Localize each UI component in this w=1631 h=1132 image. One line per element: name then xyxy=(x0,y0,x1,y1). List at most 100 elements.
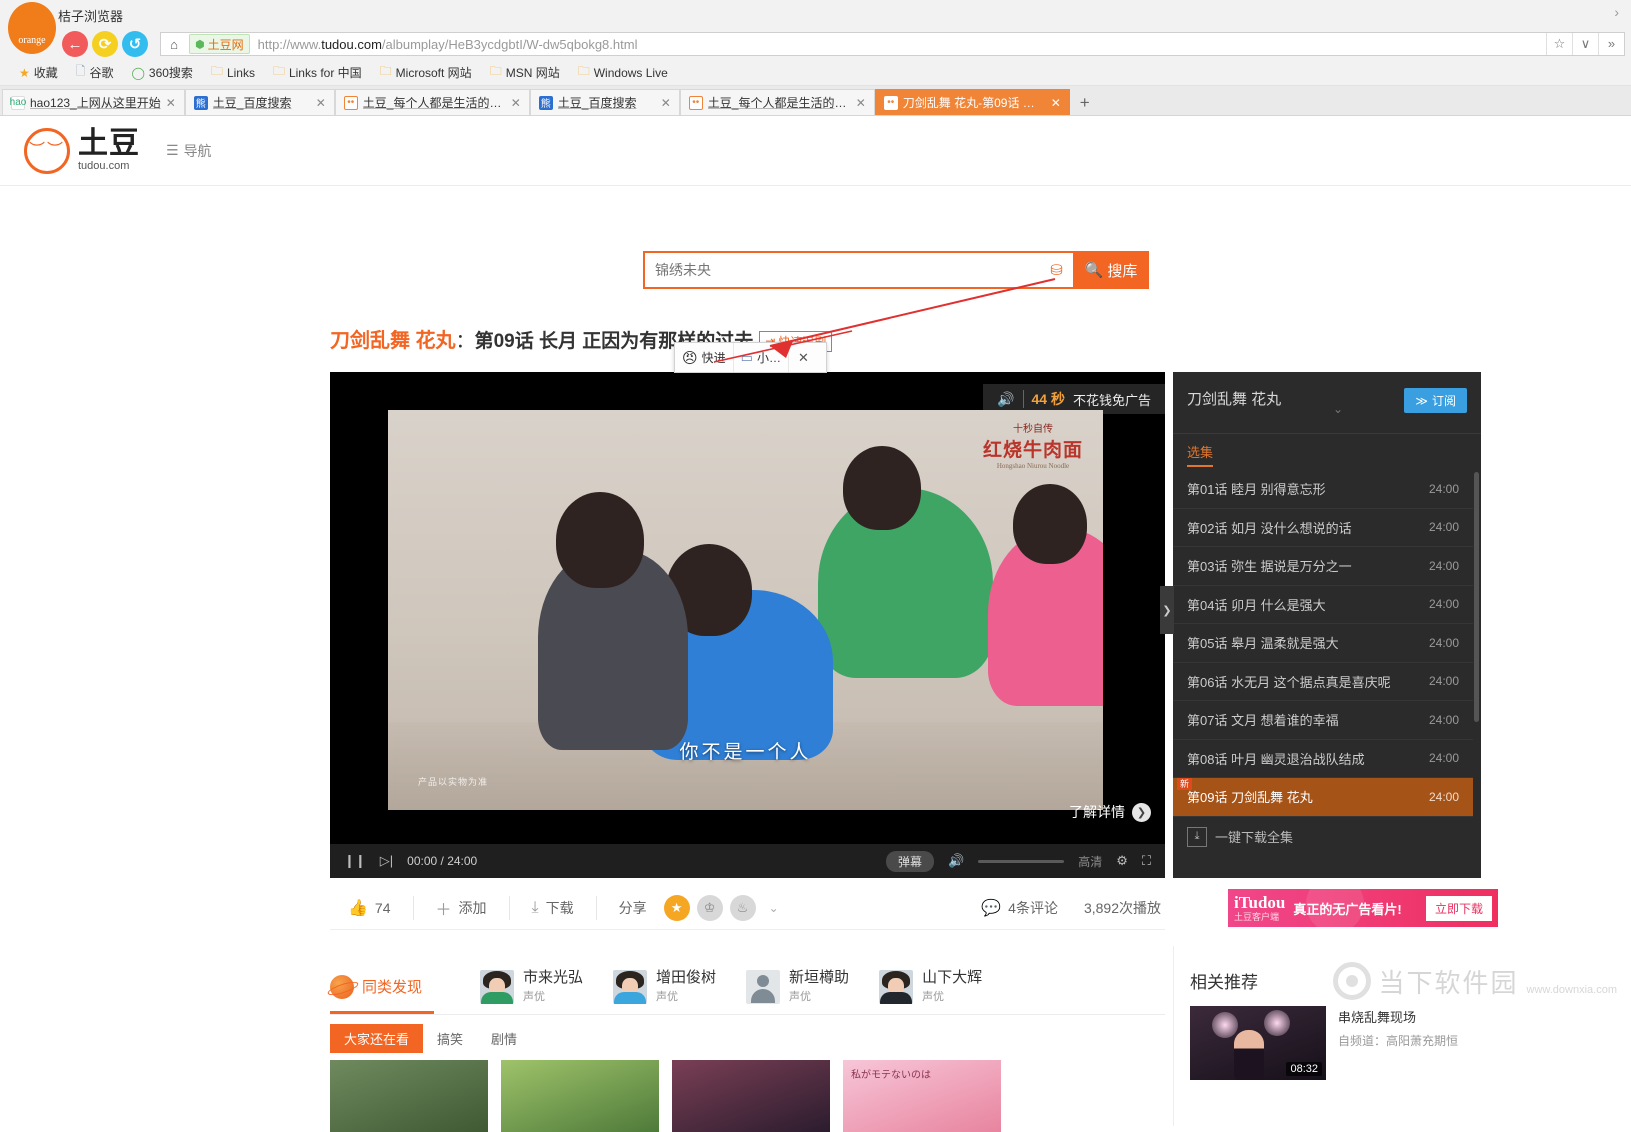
new-tab-button[interactable]: + xyxy=(1070,93,1100,115)
share-qzone-icon[interactable]: ♔ xyxy=(696,894,723,921)
tab-close-icon[interactable]: ✕ xyxy=(316,96,326,110)
tab-episode-list[interactable]: 选集 xyxy=(1187,442,1214,467)
bookmark-item[interactable]: 🗀 Links xyxy=(204,63,262,83)
address-bar[interactable]: ⌂ ⬢ 土豆网 http://www.tudou.com/albumplay/H… xyxy=(160,32,1625,56)
share-star-icon[interactable]: ★ xyxy=(663,894,690,921)
tudou-logo-icon[interactable]: ︶︶ xyxy=(24,127,70,174)
episode-list[interactable]: 第01话 睦月 别得意忘形 24:00 第02话 如月 没什么想说的话 24:0… xyxy=(1173,470,1481,878)
bookmark-item[interactable]: 🗋 谷歌 xyxy=(69,63,121,83)
bookmark-item[interactable]: 🗀 Links for 中国 xyxy=(266,63,369,83)
sidebar-collapse-button[interactable]: ❯ xyxy=(1160,586,1174,634)
window-chevron-icon[interactable]: › xyxy=(1614,4,1619,20)
reload-button[interactable]: ⟳ xyxy=(92,31,118,57)
bookmark-item[interactable]: 🗀 Microsoft 网站 xyxy=(373,63,479,83)
browser-tab[interactable]: 熊 土豆_百度搜索 ✕ xyxy=(184,89,335,115)
browser-menu-icon[interactable]: » xyxy=(1598,33,1624,55)
itudou-download-button[interactable]: 立即下载 xyxy=(1425,895,1492,921)
mini-window-button[interactable]: ▭ 小… xyxy=(734,343,789,372)
browser-tab[interactable]: •• 土豆_每个人都是生活的导演 ✕ xyxy=(334,89,530,115)
tudou-wordmark[interactable]: 土豆 tudou.com xyxy=(78,129,140,172)
tab-close-icon[interactable]: ✕ xyxy=(511,96,521,110)
episode-item[interactable]: 第01话 睦月 别得意忘形 24:00 xyxy=(1173,470,1473,509)
settings-gear-icon[interactable]: ⚙ xyxy=(1116,853,1128,869)
share-more-icon[interactable]: ⌄ xyxy=(769,901,779,915)
tab-close-icon[interactable]: ✕ xyxy=(856,96,866,110)
nav-menu-button[interactable]: ☰ 导航 xyxy=(166,141,212,161)
episode-item[interactable]: 第02话 如月 没什么想说的话 24:00 xyxy=(1173,509,1473,547)
like-button[interactable]: 👍 74 xyxy=(330,895,414,920)
volume-slider[interactable] xyxy=(978,859,1065,863)
comment-link[interactable]: 💬 4条评论 xyxy=(981,898,1058,918)
thumbnail-item[interactable] xyxy=(330,1060,488,1132)
episode-item-current[interactable]: 新 第09话 刀剑乱舞 花丸 24:00 xyxy=(1173,778,1473,817)
thumbnail-item[interactable] xyxy=(672,1060,830,1132)
bookmark-star-icon[interactable]: ☆ xyxy=(1546,33,1572,55)
share-weibo-icon[interactable]: ♨ xyxy=(729,894,756,921)
search-input[interactable] xyxy=(655,262,1043,278)
search-box[interactable]: ⛁ xyxy=(643,251,1073,289)
volume-icon[interactable]: 🔊 xyxy=(948,853,964,869)
undo-close-tab-button[interactable]: ↺ xyxy=(122,31,148,57)
subtab-popular[interactable]: 大家还在看 xyxy=(330,1024,424,1053)
search-rank-icon[interactable]: ⛁ xyxy=(1042,261,1063,279)
site-identity-chip[interactable]: ⬢ 土豆网 xyxy=(189,34,250,54)
episode-item[interactable]: 第04话 卯月 什么是强大 24:00 xyxy=(1173,586,1473,624)
popup-close-icon[interactable]: ✕ xyxy=(789,350,818,366)
comment-icon: 💬 xyxy=(981,899,1002,917)
subscribe-button[interactable]: ≫ 订阅 xyxy=(1404,388,1467,413)
thumbnail-item[interactable] xyxy=(501,1060,659,1132)
ad-volume-icon[interactable]: 🔊 xyxy=(997,391,1014,408)
ad-video-frame[interactable]: 十秒自传 红烧牛肉面 Hongshao Niurou Noodle 你不是一个人… xyxy=(388,410,1103,810)
search-button-label: 搜库 xyxy=(1107,262,1138,280)
cast-member[interactable]: 山下大辉 声优 xyxy=(879,969,982,1004)
tab-close-icon[interactable]: ✕ xyxy=(1051,96,1061,110)
download-all-button[interactable]: ⤓ 一键下载全集 xyxy=(1173,817,1473,857)
fullscreen-icon[interactable]: ⛶ xyxy=(1142,853,1151,869)
thumbnail-item[interactable]: 私がモテないのは xyxy=(843,1060,1001,1132)
tab-similar-discover[interactable]: 同类发现 xyxy=(330,959,450,1014)
episode-item[interactable]: 第07话 文月 想着谁的幸福 24:00 xyxy=(1173,701,1473,740)
bookmark-item[interactable]: ★ 收藏 xyxy=(12,63,65,83)
episode-item[interactable]: 第08话 叶月 幽灵退治战队结成 24:00 xyxy=(1173,740,1473,778)
address-dropdown-icon[interactable]: ∨ xyxy=(1572,33,1598,55)
related-video-card[interactable]: 08:32 串烧乱舞现场 自频道：高阳萧充期恒 xyxy=(1190,1006,1490,1080)
logo-domain: tudou.com xyxy=(78,160,130,172)
episode-item[interactable]: 第03话 弥生 据说是万分之一 24:00 xyxy=(1173,547,1473,586)
itudou-client-ad[interactable]: iTudou 土豆客户端 真正的无广告看片! 立即下载 xyxy=(1228,889,1498,927)
tab-close-icon[interactable]: ✕ xyxy=(166,96,176,110)
bookmark-item[interactable]: 🗀 Windows Live xyxy=(571,63,675,83)
chevron-down-icon[interactable]: ⌄ xyxy=(1333,402,1343,416)
subtab-drama[interactable]: 剧情 xyxy=(477,1024,531,1053)
video-player[interactable]: 🔊 44 秒 不花钱免广告 十秒自传 红烧牛肉面 Hongshao Niurou… xyxy=(330,372,1165,878)
danmaku-toggle[interactable]: 弹幕 xyxy=(886,850,935,872)
download-button[interactable]: ⤓ 下载 xyxy=(510,895,597,920)
back-button[interactable]: ← xyxy=(62,31,88,57)
related-title[interactable]: 串烧乱舞现场 xyxy=(1338,1008,1490,1028)
search-button[interactable]: 🔍 搜库 xyxy=(1073,251,1149,289)
cast-member[interactable]: 市来光弘 声优 xyxy=(480,969,583,1004)
ad-skip-label[interactable]: 不花钱免广告 xyxy=(1073,390,1151,409)
cast-member[interactable]: 增田俊树 声优 xyxy=(613,969,716,1004)
browser-tab[interactable]: •• 土豆_每个人都是生活的导演 ✕ xyxy=(679,89,875,115)
bookmark-item[interactable]: 🗀 MSN 网站 xyxy=(483,63,567,83)
episode-item[interactable]: 第06话 水无月 这个据点真是喜庆呢 24:00 xyxy=(1173,663,1473,701)
episode-list-scrollbar[interactable] xyxy=(1474,472,1479,722)
episode-item[interactable]: 第05话 皋月 温柔就是强大 24:00 xyxy=(1173,624,1473,663)
bookmark-item[interactable]: ◯ 360搜索 xyxy=(124,63,199,83)
browser-tab-active[interactable]: •• 刀剑乱舞 花丸-第09话 长月 ✕ xyxy=(874,89,1070,115)
series-title: 刀剑乱舞 花丸 xyxy=(1187,391,1282,408)
add-to-playlist-button[interactable]: ＋ 添加 xyxy=(414,895,510,920)
browser-tab[interactable]: hao hao123_上网从这里开始 ✕ xyxy=(2,89,185,115)
floating-popup-toolbar[interactable]: 😠 快进 ▭ 小… ✕ xyxy=(674,342,827,373)
quality-selector[interactable]: 高清 xyxy=(1078,853,1102,870)
fast-forward-button[interactable]: 😠 快进 xyxy=(675,343,734,372)
pause-button[interactable]: ❙❙ xyxy=(344,853,366,869)
browser-tab[interactable]: 熊 土豆_百度搜索 ✕ xyxy=(529,89,680,115)
video-title-series[interactable]: 刀剑乱舞 花丸 xyxy=(330,324,456,353)
ad-learn-more-button[interactable]: 了解详情 ❯ xyxy=(1069,802,1151,822)
cast-member[interactable]: 新垣樽助 声优 xyxy=(746,969,849,1004)
home-icon[interactable]: ⌂ xyxy=(161,37,187,52)
next-episode-button[interactable]: ▷| xyxy=(380,853,393,869)
subtab-comedy[interactable]: 搞笑 xyxy=(423,1024,477,1053)
tab-close-icon[interactable]: ✕ xyxy=(661,96,671,110)
